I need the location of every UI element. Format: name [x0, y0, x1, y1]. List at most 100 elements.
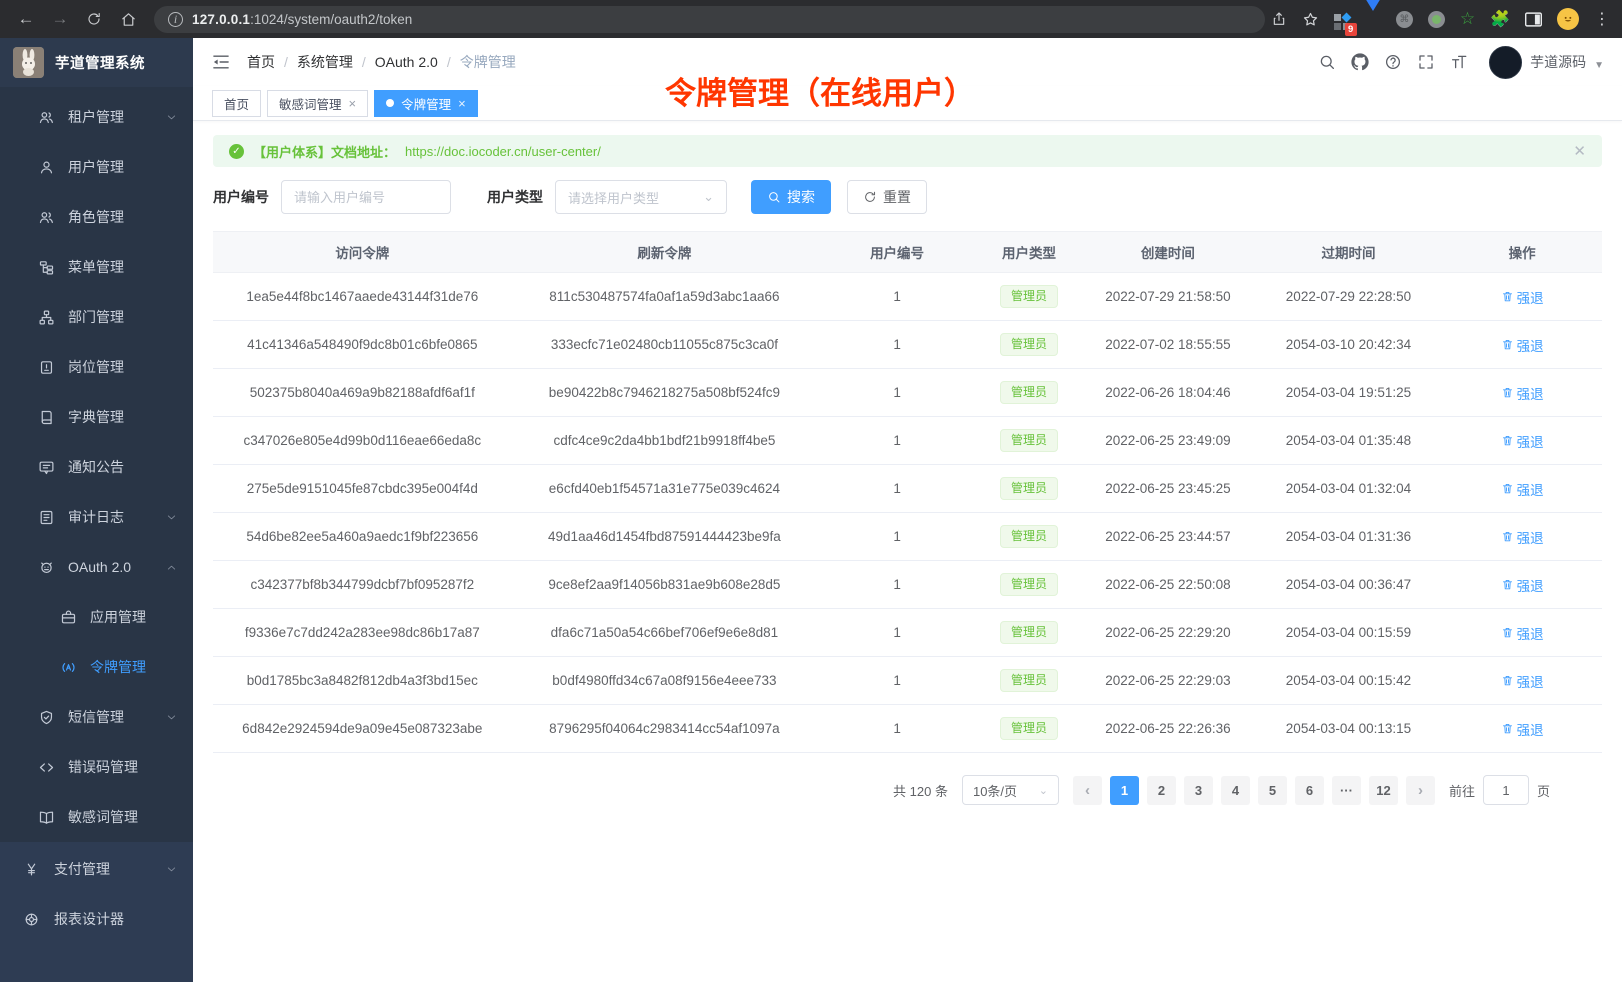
browser-home-button[interactable]	[114, 5, 142, 33]
role-icon	[38, 209, 55, 226]
refresh-token-cell: 333ecfc71e02480cb11055c875c3ca0f	[512, 321, 818, 369]
table-row: c342377bf8b344799dcbf7bf095287f29ce8ef2a…	[213, 561, 1602, 609]
force-logout-button[interactable]: 强退	[1501, 287, 1544, 307]
refresh-token-cell: e6cfd40eb1f54571a31e775e039c4624	[512, 465, 818, 513]
force-logout-button[interactable]: 强退	[1501, 575, 1544, 595]
sidebar-item-role[interactable]: 角色管理	[0, 192, 193, 242]
sidebar-item-oauth2-token[interactable]: 令牌管理	[0, 642, 193, 692]
force-logout-label: 强退	[1517, 575, 1544, 595]
github-icon[interactable]	[1351, 53, 1369, 71]
url-host: 127.0.0.1	[192, 12, 250, 27]
sidebar-item-dept[interactable]: 部门管理	[0, 292, 193, 342]
alert-doc-link[interactable]: https://doc.iocoder.cn/user-center/	[405, 144, 601, 159]
user-id-cell: 1	[817, 657, 977, 705]
page-button-1[interactable]: 1	[1110, 776, 1139, 805]
reset-button[interactable]: 重置	[847, 180, 927, 214]
app-logo-bar[interactable]: 芋道管理系统	[0, 38, 193, 87]
alert-close-icon[interactable]: ✕	[1573, 142, 1586, 160]
force-logout-button[interactable]: 强退	[1501, 527, 1544, 547]
tab-敏感词管理[interactable]: 敏感词管理×	[267, 90, 368, 117]
chevron-down-icon	[166, 864, 177, 875]
page-button-5[interactable]: 5	[1258, 776, 1287, 805]
sidebar-item-audit-log[interactable]: 审计日志	[0, 492, 193, 542]
goto-page-input[interactable]	[1483, 775, 1529, 805]
page-button-12[interactable]: 12	[1369, 776, 1398, 805]
sidebar-item-label: 令牌管理	[90, 657, 146, 677]
browser-menu-icon[interactable]: ⋮	[1594, 9, 1610, 29]
tab-close-icon[interactable]: ×	[458, 96, 466, 111]
bookmark-star-icon[interactable]	[1302, 11, 1319, 28]
sidebar-item-pay[interactable]: 支付管理	[0, 844, 193, 894]
sidepanel-icon[interactable]	[1525, 12, 1542, 27]
table-row: 502375b8040a469a9b82188afdf6af1fbe90422b…	[213, 369, 1602, 417]
sidebar-item-label: 应用管理	[90, 607, 146, 627]
page-button-2[interactable]: 2	[1147, 776, 1176, 805]
sidebar-item-sms[interactable]: 短信管理	[0, 692, 193, 742]
user-menu[interactable]: 芋道源码 ▼	[1489, 46, 1604, 79]
search-button[interactable]: 搜索	[751, 180, 831, 214]
extensions-puzzle-icon[interactable]: 🧩	[1490, 9, 1510, 29]
prev-page-button[interactable]: ‹	[1073, 776, 1102, 805]
help-icon[interactable]	[1384, 53, 1402, 71]
font-size-icon[interactable]	[1450, 53, 1468, 71]
action-cell: 强退	[1442, 513, 1602, 561]
table-row: 6d842e2924594de9a09e45e087323abe8796295f…	[213, 705, 1602, 753]
address-bar[interactable]: i 127.0.0.1:1024/system/oauth2/token	[154, 6, 1265, 33]
tab-首页[interactable]: 首页	[212, 90, 261, 117]
gray-extension-icon[interactable]: ⌘	[1396, 11, 1413, 28]
sidebar-item-sensitive-word[interactable]: 敏感词管理	[0, 792, 193, 842]
sidebar-item-tenant[interactable]: 租户管理	[0, 92, 193, 142]
share-icon[interactable]	[1271, 11, 1287, 27]
sidebar-item-oauth2[interactable]: OAuth 2.0	[0, 542, 193, 592]
breadcrumb-item[interactable]: 首页	[247, 52, 275, 72]
user-type-select[interactable]: 请选择用户类型 ⌄	[555, 180, 727, 214]
sidebar-item-error-code[interactable]: 错误码管理	[0, 742, 193, 792]
force-logout-button[interactable]: 强退	[1501, 719, 1544, 739]
sidebar-item-dict[interactable]: 字典管理	[0, 392, 193, 442]
created-time-cell: 2022-06-25 22:29:03	[1081, 657, 1255, 705]
breadcrumb-item[interactable]: OAuth 2.0	[375, 54, 438, 70]
page-button-6[interactable]: 6	[1295, 776, 1324, 805]
page-ellipsis[interactable]: ···	[1332, 776, 1361, 805]
force-logout-button[interactable]: 强退	[1501, 431, 1544, 451]
app-title: 芋道管理系统	[55, 52, 145, 73]
user-type-badge: 管理员	[1000, 621, 1058, 645]
force-logout-button[interactable]: 强退	[1501, 623, 1544, 643]
sidebar-item-user[interactable]: 用户管理	[0, 142, 193, 192]
sidebar-item-notice[interactable]: 通知公告	[0, 442, 193, 492]
page-button-3[interactable]: 3	[1184, 776, 1213, 805]
recorder-extension-icon[interactable]	[1428, 11, 1445, 28]
force-logout-button[interactable]: 强退	[1501, 479, 1544, 499]
force-logout-button[interactable]: 强退	[1501, 383, 1544, 403]
page-size-select[interactable]: 10条/页 ⌄	[962, 775, 1059, 805]
app-logo	[13, 47, 44, 78]
extension-colored-icon[interactable]: 9	[1334, 8, 1350, 30]
profile-avatar[interactable]	[1557, 8, 1579, 30]
user-id-input[interactable]	[281, 180, 451, 214]
page-button-4[interactable]: 4	[1221, 776, 1250, 805]
fullscreen-icon[interactable]	[1417, 53, 1435, 71]
breadcrumb-item[interactable]: 系统管理	[297, 52, 353, 72]
force-logout-button[interactable]: 强退	[1501, 671, 1544, 691]
browser-back-button[interactable]: ←	[12, 5, 40, 33]
browser-reload-button[interactable]	[80, 5, 108, 33]
browser-forward-button[interactable]: →	[46, 5, 74, 33]
extension-badge: 9	[1345, 23, 1357, 36]
force-logout-button[interactable]: 强退	[1501, 335, 1544, 355]
force-logout-label: 强退	[1517, 719, 1544, 739]
tab-令牌管理[interactable]: 令牌管理×	[374, 90, 478, 117]
sidebar-item-post[interactable]: 岗位管理	[0, 342, 193, 392]
green-star-extension-icon[interactable]: ☆	[1460, 9, 1475, 29]
sidebar: 芋道管理系统 租户管理用户管理角色管理菜单管理部门管理岗位管理字典管理通知公告审…	[0, 38, 193, 982]
next-page-button[interactable]: ›	[1406, 776, 1435, 805]
action-cell: 强退	[1442, 321, 1602, 369]
sidebar-item-menu[interactable]: 菜单管理	[0, 242, 193, 292]
site-info-icon[interactable]: i	[168, 12, 183, 27]
tab-close-icon[interactable]: ×	[349, 96, 357, 111]
table-row: 1ea5e44f8bc1467aaede43144f31de76811c5304…	[213, 273, 1602, 321]
gem-extension-icon[interactable]	[1365, 11, 1381, 27]
sidebar-collapse-icon[interactable]	[211, 52, 231, 72]
sidebar-item-report-designer[interactable]: 报表设计器	[0, 894, 193, 944]
search-icon[interactable]	[1318, 53, 1336, 71]
sidebar-item-oauth2-app[interactable]: 应用管理	[0, 592, 193, 642]
